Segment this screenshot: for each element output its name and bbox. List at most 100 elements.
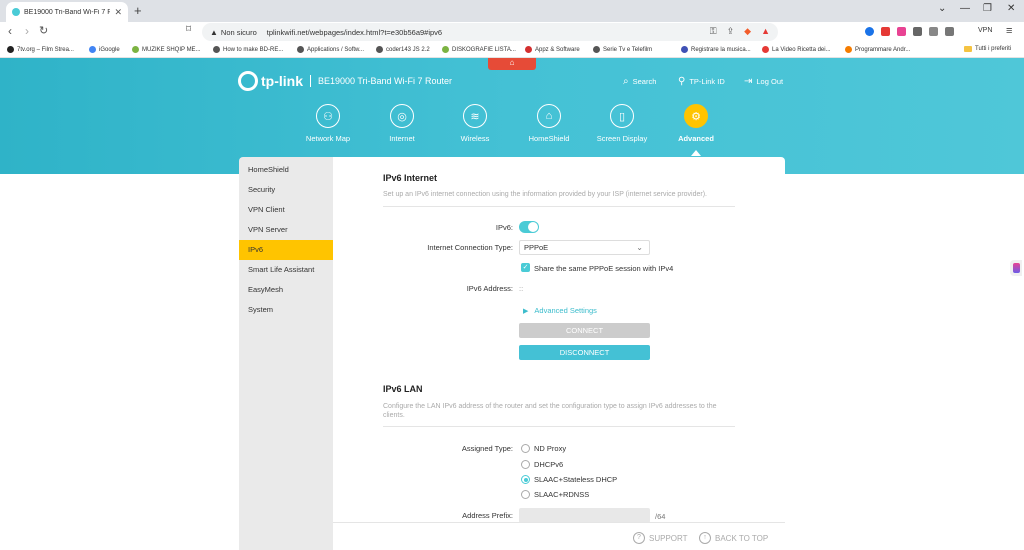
sidebar-item-easymesh[interactable]: EasyMesh xyxy=(239,280,333,300)
bookmark-item[interactable]: Serie Tv e Telefilm xyxy=(593,46,652,53)
bookmark-page-icon[interactable]: ⌑ xyxy=(186,24,191,35)
bookmark-label: Serie Tv e Telefilm xyxy=(603,46,653,53)
radio-nd-proxy[interactable] xyxy=(521,444,530,453)
floating-extension-badge[interactable] xyxy=(1010,260,1022,276)
back-icon[interactable]: ‹ xyxy=(8,24,12,38)
maximize-icon[interactable]: ❐ xyxy=(983,3,992,14)
url-text[interactable]: tplinkwifi.net/webpages/index.html?t=e30… xyxy=(267,28,442,37)
nav-screen-display[interactable]: ▯ Screen Display xyxy=(582,104,662,143)
ipv6-toggle[interactable] xyxy=(519,221,539,233)
bookmark-favicon-icon xyxy=(297,46,304,53)
address-bar[interactable]: ▲ Non sicuro tplinkwifi.net/webpages/ind… xyxy=(202,23,778,41)
sidebar-item-security[interactable]: Security xyxy=(239,180,333,200)
caret-right-icon: ▶ xyxy=(523,307,529,315)
bookmark-item[interactable]: Appz & Software xyxy=(525,46,580,53)
close-window-icon[interactable]: ✕ xyxy=(1007,3,1015,14)
menu-icon[interactable]: ≡ xyxy=(1006,25,1012,37)
wifi-icon: ≋ xyxy=(463,104,487,128)
logout-link[interactable]: ⇥ Log Out xyxy=(744,76,783,87)
tab-title: BE19000 Tri-Band Wi-Fi 7 Route xyxy=(24,8,111,16)
bookmark-favicon-icon xyxy=(442,46,449,53)
bookmark-favicon-icon xyxy=(89,46,96,53)
browser-tab[interactable]: BE19000 Tri-Band Wi-Fi 7 Route ✕ xyxy=(6,2,128,22)
sidebar-item-homeshield[interactable]: HomeShield xyxy=(239,160,333,180)
bookmark-item[interactable]: 7tv.org – Film Strea... xyxy=(7,46,74,53)
nav-wireless[interactable]: ≋ Wireless xyxy=(435,104,515,143)
assigned-type-label: Assigned Type: xyxy=(461,444,513,453)
minimize-icon[interactable]: — xyxy=(960,3,970,14)
bookmark-favicon-icon xyxy=(376,46,383,53)
key-icon[interactable]: ⚿ xyxy=(710,26,717,37)
tplink-id-link[interactable]: ⚲ TP-Link ID xyxy=(678,76,725,87)
logout-label: Log Out xyxy=(756,77,784,86)
sidebar-icon[interactable] xyxy=(929,27,938,36)
radio-slaac-stateless-dhcp[interactable] xyxy=(521,475,530,484)
nav-internet[interactable]: ◎ Internet xyxy=(362,104,442,143)
sidebar-item-ipv6[interactable]: IPv6 xyxy=(239,240,333,260)
radio-slaac-rdnss[interactable] xyxy=(521,490,530,499)
back-to-top-link[interactable]: ↑ BACK TO TOP xyxy=(699,532,768,544)
connect-button[interactable]: CONNECT xyxy=(519,323,650,338)
conn-type-select[interactable]: PPPoE ⌄ xyxy=(519,240,650,255)
advanced-settings-toggle[interactable]: ▶ Advanced Settings xyxy=(523,306,597,315)
sidebar-item-vpn-client[interactable]: VPN Client xyxy=(239,200,333,220)
bookmark-favicon-icon xyxy=(681,46,688,53)
bookmark-label: DISKOGRAFIE LISTA... xyxy=(452,46,516,53)
nav-homeshield[interactable]: ⌂ HomeShield xyxy=(509,104,589,143)
nav-label: HomeShield xyxy=(528,134,570,143)
bookmark-label: La Video Ricetta dei... xyxy=(772,46,831,53)
ipv6-address-label: IPv6 Address: xyxy=(466,284,513,293)
tab-search-icon[interactable]: ⌄ xyxy=(938,3,946,14)
bookmark-item[interactable]: Programmare Andr... xyxy=(845,46,910,53)
vpn-button[interactable]: VPN xyxy=(978,27,992,34)
bookmark-item[interactable]: MUZIKE SHQIP ME... xyxy=(132,46,201,53)
sidebar-item-vpn-server[interactable]: VPN Server xyxy=(239,220,333,240)
reload-icon[interactable]: ↻ xyxy=(39,24,48,37)
forward-icon[interactable]: › xyxy=(25,24,29,38)
puzzle-icon[interactable] xyxy=(913,27,922,36)
brave-rewards-icon[interactable]: ▲ xyxy=(761,26,770,37)
all-bookmarks-button[interactable]: Tutti i preferiti xyxy=(964,46,1011,52)
nav-advanced[interactable]: ⚙ Advanced xyxy=(656,104,736,143)
bookmark-item[interactable]: La Video Ricetta dei... xyxy=(762,46,831,53)
nav-network-map[interactable]: ⚇ Network Map xyxy=(288,104,368,143)
bookmark-item[interactable]: coder143 JS 2.2 xyxy=(376,46,430,53)
extension-icon[interactable] xyxy=(865,27,874,36)
new-tab-icon[interactable]: + xyxy=(134,3,142,18)
radio-dhcpv6[interactable] xyxy=(521,460,530,469)
conn-type-label: Internet Connection Type: xyxy=(427,243,513,252)
advanced-settings-label: Advanced Settings xyxy=(534,306,597,315)
address-prefix-input[interactable] xyxy=(519,508,650,523)
gear-icon: ⚙ xyxy=(684,104,708,128)
search-link[interactable]: ⌕ Search xyxy=(623,76,656,87)
bookmark-label: Appz & Software xyxy=(535,46,580,53)
bookmark-favicon-icon xyxy=(845,46,852,53)
alert-notch[interactable]: ⌂ xyxy=(488,58,536,70)
share-icon[interactable]: ⇪ xyxy=(727,26,735,37)
share-session-checkbox[interactable]: ✓ xyxy=(521,263,530,272)
bookmark-item[interactable]: Applications / Softw... xyxy=(297,46,364,53)
extension-icon[interactable] xyxy=(897,27,906,36)
extension-icon[interactable] xyxy=(881,27,890,36)
nav-label: Wireless xyxy=(460,134,490,143)
bookmark-item[interactable]: How to make BD-RE... xyxy=(213,46,283,53)
sidebar-item-smart-life[interactable]: Smart Life Assistant xyxy=(239,260,333,280)
bookmark-label: Programmare Andr... xyxy=(855,46,911,53)
globe-icon: ◎ xyxy=(390,104,414,128)
bookmark-item[interactable]: Registrare la musica... xyxy=(681,46,751,53)
bookmark-item[interactable]: iGoogle xyxy=(89,46,120,53)
folder-icon xyxy=(964,46,972,52)
support-link[interactable]: ? SUPPORT xyxy=(633,532,688,544)
brave-shield-icon[interactable]: ◆ xyxy=(744,26,751,37)
close-tab-icon[interactable]: ✕ xyxy=(114,7,122,18)
nav-label: Advanced xyxy=(678,134,714,143)
advanced-sidebar: HomeShield Security VPN Client VPN Serve… xyxy=(239,157,333,550)
search-icon: ⌕ xyxy=(623,76,629,87)
sidebar-item-system[interactable]: System xyxy=(239,300,333,320)
bookmark-item[interactable]: DISKOGRAFIE LISTA... xyxy=(442,46,516,53)
brand-name: tp-link xyxy=(261,73,303,89)
disconnect-button[interactable]: DISCONNECT xyxy=(519,345,650,360)
brand: tp-link BE19000 Tri-Band Wi-Fi 7 Router xyxy=(238,71,452,91)
wallet-icon[interactable] xyxy=(945,27,954,36)
brand-separator xyxy=(310,75,311,87)
